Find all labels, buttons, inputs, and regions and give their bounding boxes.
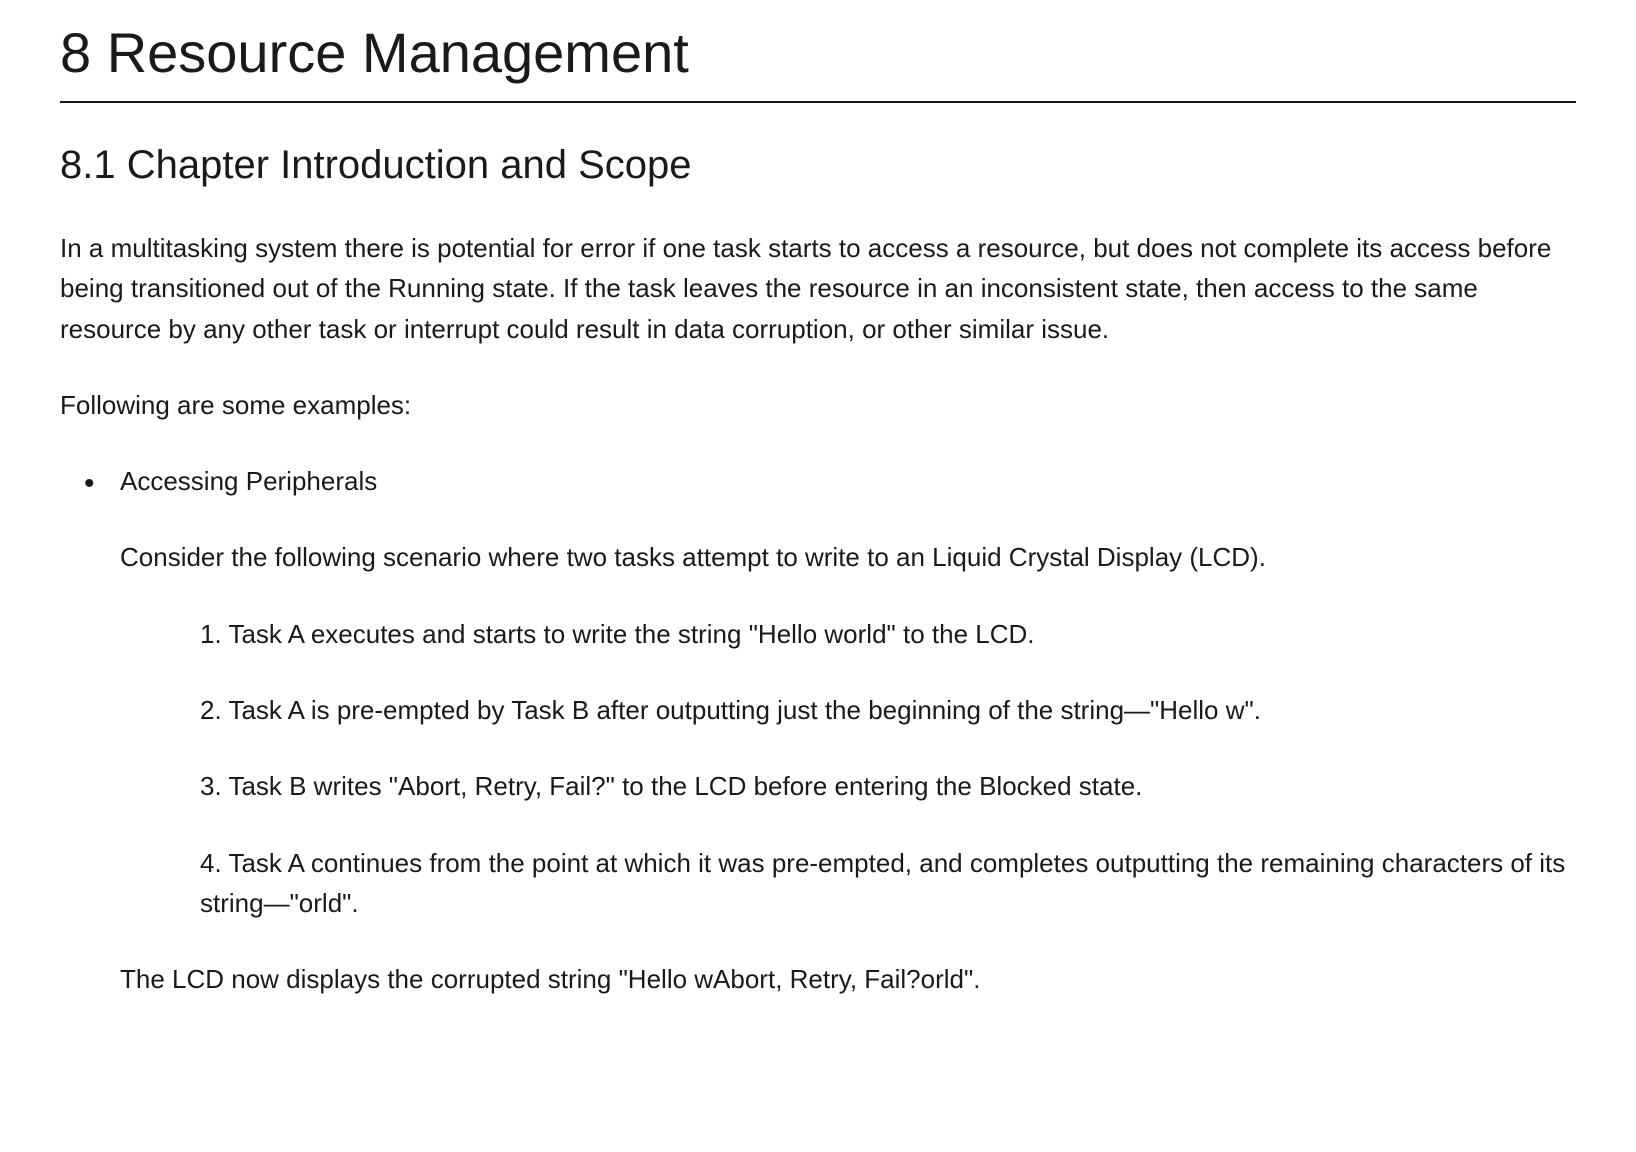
example-title: Accessing Peripherals — [120, 461, 1576, 501]
examples-list: Accessing Peripherals Consider the follo… — [60, 461, 1576, 999]
step-item: 2. Task A is pre-empted by Task B after … — [200, 690, 1576, 730]
step-item: 3. Task B writes "Abort, Retry, Fail?" t… — [200, 766, 1576, 806]
example-item: Accessing Peripherals Consider the follo… — [120, 461, 1576, 999]
example-steps: 1. Task A executes and starts to write t… — [160, 614, 1576, 923]
step-item: 4. Task A continues from the point at wh… — [200, 843, 1576, 924]
intro-paragraph: In a multitasking system there is potent… — [60, 228, 1576, 349]
example-description: Consider the following scenario where tw… — [120, 537, 1576, 577]
example-result: The LCD now displays the corrupted strin… — [120, 959, 1576, 999]
section-heading: 8.1 Chapter Introduction and Scope — [60, 143, 1576, 188]
examples-label: Following are some examples: — [60, 385, 1576, 425]
chapter-heading: 8 Resource Management — [60, 20, 1576, 103]
step-item: 1. Task A executes and starts to write t… — [200, 614, 1576, 654]
